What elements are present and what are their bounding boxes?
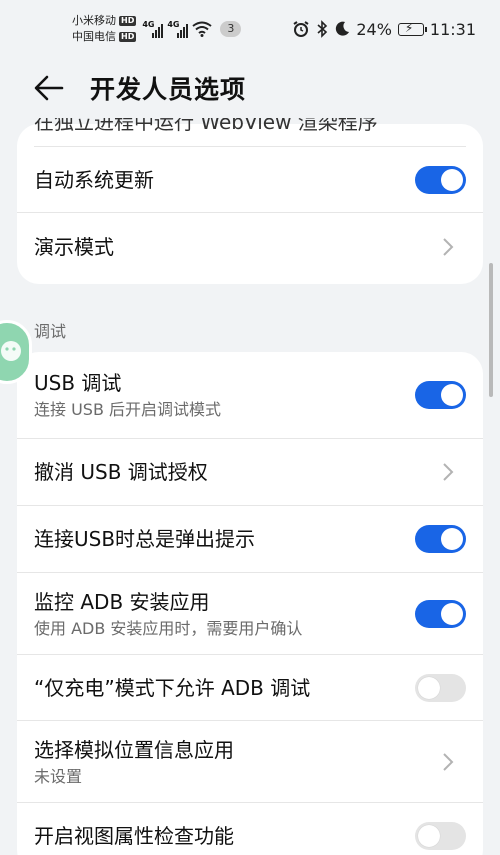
row-title: 连接USB时总是弹出提示	[34, 527, 256, 551]
wifi-icon	[192, 21, 212, 37]
row-title: 选择模拟位置信息应用	[34, 737, 234, 762]
row-title: USB 调试	[34, 371, 122, 395]
row-title: 自动系统更新	[34, 167, 154, 192]
row-subtitle: 使用 ADB 安装应用时，需要用户确认	[34, 618, 303, 638]
row-title: 撤消 USB 调试授权	[34, 460, 208, 484]
charge-only-adb-row[interactable]: “仅充电”模式下允许 ADB 调试	[17, 655, 483, 721]
bluetooth-icon	[317, 20, 328, 38]
row-subtitle: 连接 USB 后开启调试模式	[34, 400, 222, 419]
usb-prompt-row[interactable]: 连接USB时总是弹出提示	[17, 506, 483, 573]
mock-location-app-row[interactable]: 选择模拟位置信息应用 未设置	[17, 721, 483, 803]
clipped-row: 在独立进程中运行 WebView 渲染程序	[17, 118, 483, 140]
usb-prompt-toggle[interactable]	[415, 525, 466, 553]
row-title: 演示模式	[34, 235, 114, 259]
view-attribute-inspection-row[interactable]: 开启视图属性检查功能	[17, 803, 483, 855]
notification-count-badge: 3	[220, 21, 242, 37]
usb-debugging-toggle[interactable]	[415, 381, 466, 409]
signal-icon: 4G	[167, 20, 189, 38]
signal-icon: 4G	[142, 20, 164, 38]
settings-card-debug: USB 调试 连接 USB 后开启调试模式 撤消 USB 调试授权 连接USB时…	[17, 352, 483, 855]
hd-badge: HD	[119, 32, 137, 42]
moon-icon	[336, 21, 350, 36]
carrier-2: 中国电信	[72, 30, 116, 43]
auto-system-update-row[interactable]: 自动系统更新	[17, 147, 483, 213]
battery-charging-icon: ⚡	[397, 21, 427, 36]
usb-debugging-row[interactable]: USB 调试 连接 USB 后开启调试模式	[17, 352, 483, 439]
floating-chat-bubble-icon[interactable]	[0, 320, 32, 384]
monitor-adb-install-toggle[interactable]	[415, 599, 466, 628]
chevron-right-icon	[443, 463, 454, 481]
alarm-icon	[293, 21, 309, 37]
chevron-right-icon	[443, 238, 454, 256]
page-title: 开发人员选项	[90, 75, 247, 104]
auto-system-update-toggle[interactable]	[415, 165, 466, 194]
webview-row-label: 在独立进程中运行 WebView 渲染程序	[34, 118, 378, 134]
monitor-adb-install-row[interactable]: 监控 ADB 安装应用 使用 ADB 安装应用时，需要用户确认	[17, 573, 483, 655]
clock: 11:31	[429, 19, 476, 39]
back-arrow-icon[interactable]	[32, 73, 66, 103]
row-subtitle: 未设置	[34, 766, 83, 786]
row-title: 开启视图属性检查功能	[34, 824, 234, 848]
demo-mode-row[interactable]: 演示模式	[17, 214, 483, 280]
chevron-right-icon	[443, 752, 454, 771]
view-attribute-inspection-toggle[interactable]	[415, 822, 466, 850]
row-title: “仅充电”模式下允许 ADB 调试	[34, 675, 311, 700]
row-title: 监控 ADB 安装应用	[34, 589, 210, 614]
settings-card-top: 在独立进程中运行 WebView 渲染程序 自动系统更新 演示模式	[17, 118, 483, 284]
battery-percent: 24%	[356, 19, 392, 39]
section-header-debug: 调试	[34, 322, 67, 341]
carrier-info: 小米移动 HD 中国电信 HD	[72, 13, 137, 45]
hd-badge: HD	[119, 16, 137, 26]
carrier-1: 小米移动	[72, 14, 116, 27]
app-header: 开发人员选项	[0, 58, 500, 118]
revoke-usb-auth-row[interactable]: 撤消 USB 调试授权	[17, 439, 483, 506]
status-bar: 小米移动 HD 中国电信 HD 4G 4G 3 24% ⚡ 11:31	[0, 0, 500, 58]
charge-only-adb-toggle[interactable]	[415, 673, 466, 702]
scrollbar[interactable]	[489, 263, 493, 397]
